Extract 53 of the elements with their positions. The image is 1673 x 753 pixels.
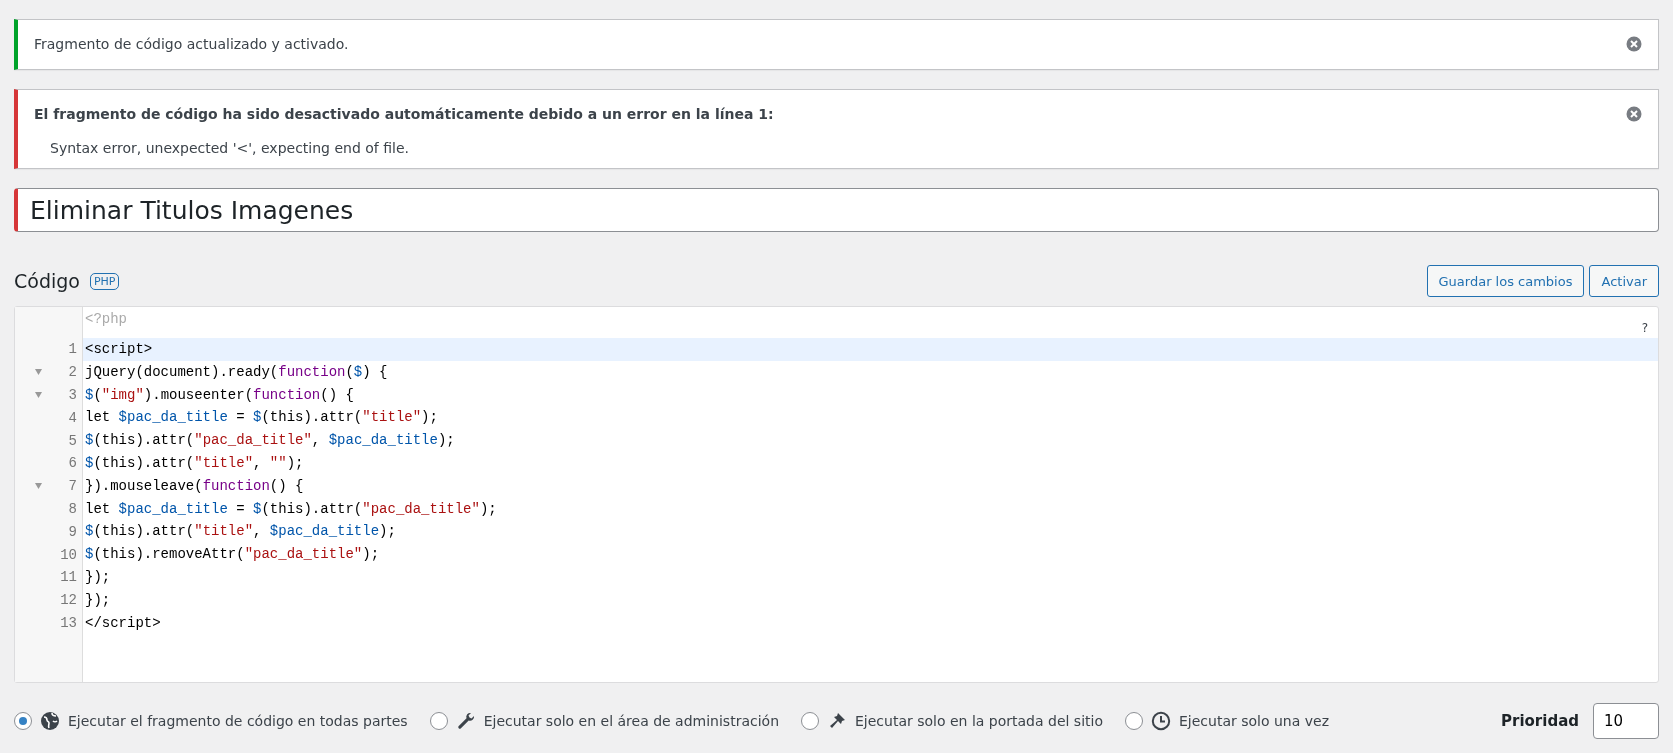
section-heading: Código [14,270,80,292]
line-number: 5 [68,432,77,449]
radio-button[interactable] [801,712,819,730]
code-prefix: <?php [84,310,127,329]
code-line: }); [84,590,112,610]
line-number: 2 [68,364,77,381]
code-line: jQuery(document).ready(function($) { [84,362,389,382]
code-line: $(this).attr("title", ""); [84,454,305,473]
line-number: 13 [60,614,77,631]
fold-arrow-icon [35,368,42,375]
radio-button[interactable] [429,712,448,730]
line-number: 10 [60,546,77,563]
error-detail: Syntax error, unexpected '<', expecting end of file. [49,140,410,156]
radio-button[interactable] [1125,712,1143,730]
code-line: let $pac_da_title = $(this).attr("title"); [84,408,439,428]
notice-message: El fragmento de código ha sido desactivado automáticamente debido a un error en la línea 1: [34,105,774,124]
line-number: 3 [68,387,77,403]
radio-label: Ejecutar solo una vez [1179,713,1329,729]
dismiss-button[interactable] [1626,106,1642,122]
activate-button[interactable]: Activar [1589,265,1659,297]
dismiss-button[interactable] [1626,36,1642,52]
radio-label: Ejecutar solo en el área de administración [483,713,779,729]
code-line: $(this).attr("pac_da_title", $pac_da_title); [84,431,456,451]
line-number: 11 [60,569,77,586]
code-line: }); [84,567,112,587]
line-number: 4 [68,409,77,426]
language-badge: PHP [89,272,120,290]
line-number: 12 [60,592,77,609]
code-line: </script> [84,613,162,633]
line-number: 7 [68,478,77,495]
globe-icon [40,711,60,731]
radio-button[interactable] [14,712,32,730]
line-number: 6 [68,455,77,472]
save-button[interactable]: Guardar los cambios [1426,265,1585,297]
line-number: 1 [68,341,77,358]
line-number: 8 [68,500,77,517]
notice-message: Fragmento de código actualizado y activado. [34,35,349,54]
fold-arrow-icon [35,391,42,398]
code-line: }).mouseleave(function() { [84,476,305,496]
radio-label: Ejecutar solo en la portada del sitio [855,713,1103,729]
code-line: let $pac_da_title = $(this).attr("pac_da_title"); [84,499,498,519]
radio-label: Ejecutar el fragmento de código en todas partes [68,713,408,729]
line-number: 9 [68,523,77,540]
help-link[interactable]: ? [1641,321,1648,335]
priority-field[interactable]: 10 [1593,703,1659,739]
title-field[interactable]: Eliminar Titulos Imagenes [14,188,1659,232]
code-line: $(this).removeAttr("pac_da_title"); [84,545,381,565]
clock-icon [1151,711,1171,731]
fold-arrow-icon [35,482,42,489]
code-line: $("img").mouseenter(function() { [84,385,355,405]
wrench-icon [455,711,476,731]
priority-label: Prioridad [1501,712,1579,730]
code-line: $(this).attr("title", $pac_da_title); [84,522,397,542]
